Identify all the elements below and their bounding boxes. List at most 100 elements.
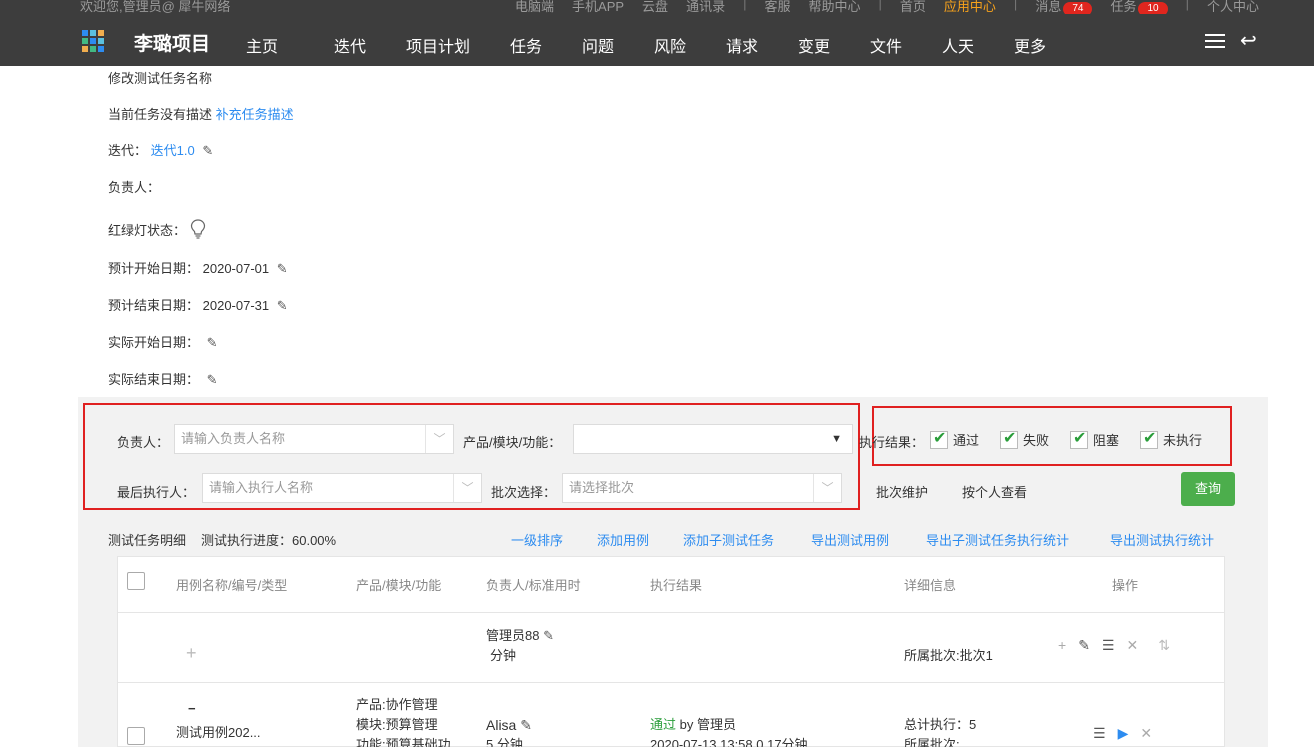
rename-link[interactable]: 修改测试任务名称 <box>108 68 212 87</box>
delete-icon[interactable]: ✕ <box>1140 725 1152 742</box>
tasks-badge: 10 <box>1138 2 1168 14</box>
chevron-down-icon[interactable]: ﹀ <box>453 474 481 502</box>
nav-item-files[interactable]: 文件 <box>870 33 942 57</box>
row2-result-time: 2020-07-13 13:58 0.17分钟 <box>650 737 808 747</box>
link-service[interactable]: 客服 <box>755 0 799 14</box>
header-actions: 操作 <box>1112 578 1139 593</box>
menu-icon[interactable] <box>1205 34 1225 48</box>
actual-start-label: 实际开始日期： <box>108 335 200 350</box>
chevron-down-icon[interactable]: ﹀ <box>425 425 453 453</box>
nav-item-mandays[interactable]: 人天 <box>942 33 1014 57</box>
link-app[interactable]: 手机APP <box>563 0 633 14</box>
nav-item-requests[interactable]: 请求 <box>726 33 798 57</box>
product-filter-select[interactable]: ▼ <box>573 424 853 454</box>
batch-filter-label: 批次选择： <box>491 485 557 500</box>
link-cloud[interactable]: 云盘 <box>633 0 677 14</box>
nav-item-issues[interactable]: 问题 <box>582 33 654 57</box>
collapse-icon[interactable]: − <box>188 699 196 719</box>
row2-batch: 所属批次: <box>904 737 960 747</box>
link-personal[interactable]: 个人中心 <box>1198 0 1268 14</box>
owner-filter-label: 负责人： <box>117 435 170 450</box>
link-pc[interactable]: 电脑端 <box>506 0 563 14</box>
nav-item-changes[interactable]: 变更 <box>798 33 870 57</box>
executor-filter-input[interactable]: 请输入执行人名称 ﹀ <box>202 473 482 503</box>
nav-item-iteration[interactable]: 迭代 <box>334 33 406 57</box>
edit-pencil-icon[interactable]: ✎ <box>207 335 218 351</box>
row-divider <box>118 682 1224 683</box>
nav-item-plan[interactable]: 项目计划 <box>406 33 510 57</box>
detail-title: 测试任务明细 <box>108 533 187 548</box>
edit-pencil-icon[interactable]: ✎ <box>543 628 554 643</box>
link-help[interactable]: 帮助中心 <box>799 0 869 14</box>
row2-case-name[interactable]: 测试用例202... <box>176 723 261 743</box>
edit-pencil-icon[interactable]: ✎ <box>207 372 218 388</box>
export-cases-link[interactable]: 导出测试用例 <box>811 530 889 549</box>
result-filter-label: 执行结果： <box>859 435 925 450</box>
view-by-person-link[interactable]: 按个人查看 <box>962 482 1027 501</box>
row2-function: 功能:预算基础功 <box>356 737 451 747</box>
list-icon[interactable]: ☰ <box>1102 637 1115 654</box>
add-case-link[interactable]: 添加用例 <box>597 530 649 549</box>
executor-filter-placeholder: 请输入执行人名称 <box>209 480 314 495</box>
select-all-checkbox[interactable] <box>127 572 145 590</box>
add-icon[interactable]: + <box>1058 637 1066 653</box>
list-icon[interactable]: ☰ <box>1093 725 1106 742</box>
batch-maintenance-link[interactable]: 批次维护 <box>876 482 928 501</box>
edit-pencil-icon[interactable]: ✎ <box>520 717 532 733</box>
back-icon[interactable]: ↩ <box>1240 28 1257 53</box>
chevron-down-icon[interactable]: ﹀ <box>813 474 841 502</box>
tasks-label: 任务 <box>1110 0 1137 14</box>
header-result: 执行结果 <box>650 578 703 593</box>
nav-item-tasks[interactable]: 任务 <box>510 33 582 57</box>
owner-filter-placeholder: 请输入负责人名称 <box>181 431 286 446</box>
export-subtask-stats-link[interactable]: 导出子测试任务执行统计 <box>926 530 1069 549</box>
edit-pencil-icon[interactable]: ✎ <box>277 298 288 314</box>
delete-icon[interactable]: ✕ <box>1126 637 1138 654</box>
row1-actions: + ✎ ☰ ✕ ⇅ <box>1058 637 1182 654</box>
edit-pencil-icon[interactable]: ✎ <box>202 143 213 159</box>
light-label: 红绿灯状态： <box>108 223 187 238</box>
batch-filter-select[interactable]: 请选择批次 ﹀ <box>562 473 842 503</box>
iteration-row: 迭代： 迭代1.0 ✎ <box>108 140 213 159</box>
edit-pencil-icon[interactable]: ✎ <box>277 261 288 277</box>
iteration-link[interactable]: 迭代1.0 <box>151 143 195 158</box>
lightbulb-icon <box>190 219 205 239</box>
row2-result: 通过 by 管理员 <box>650 715 736 735</box>
sort-icon[interactable]: ⇅ <box>1158 637 1170 654</box>
link-tasks[interactable]: 任务 10 <box>1101 0 1176 14</box>
link-home[interactable]: 首页 <box>891 0 935 14</box>
owner-filter-input[interactable]: 请输入负责人名称 ﹀ <box>174 424 454 454</box>
export-exec-stats-link[interactable]: 导出测试执行统计 <box>1110 530 1214 549</box>
link-messages[interactable]: 消息 74 <box>1026 0 1101 14</box>
link-contacts[interactable]: 通讯录 <box>677 0 734 14</box>
actual-end-row: 实际结束日期： ✎ <box>108 369 218 388</box>
nav-item-risks[interactable]: 风险 <box>654 33 726 57</box>
row1-batch: 所属批次:批次1 <box>904 648 993 663</box>
add-subtask-link[interactable]: 添加子测试任务 <box>683 530 774 549</box>
nav-item-home[interactable]: 主页 <box>246 33 334 57</box>
row2-product: 产品:协作管理 <box>356 697 438 712</box>
sort-link[interactable]: 一级排序 <box>511 530 563 549</box>
add-desc-link[interactable]: 补充任务描述 <box>216 107 294 122</box>
link-app-center[interactable]: 应用中心 <box>935 0 1005 14</box>
header-owner: 负责人/标准用时 <box>486 578 581 593</box>
query-button[interactable]: 查询 <box>1181 472 1235 506</box>
messages-badge: 74 <box>1063 2 1093 14</box>
plan-start-label: 预计开始日期： <box>108 261 200 276</box>
result-pass-checkbox[interactable]: 通过 <box>930 428 979 449</box>
row-checkbox[interactable] <box>127 727 145 745</box>
executor-filter-label: 最后执行人： <box>117 485 196 500</box>
play-icon[interactable]: ▶ <box>1118 725 1129 742</box>
edit-icon[interactable]: ✎ <box>1078 637 1090 654</box>
result-notrun-checkbox[interactable]: 未执行 <box>1140 428 1202 449</box>
no-desc-text: 当前任务没有描述 <box>108 107 213 122</box>
plan-start-row: 预计开始日期： 2020-07-01 ✎ <box>108 258 288 277</box>
apps-grid-icon[interactable] <box>82 30 104 52</box>
row2-owner: Alisa <box>486 717 517 733</box>
checkbox-icon <box>930 428 948 449</box>
result-fail-checkbox[interactable]: 失败 <box>1000 428 1049 449</box>
nav-item-more[interactable]: 更多 <box>1014 33 1074 57</box>
row2-time: 5 分钟 <box>486 737 523 747</box>
result-blocked-checkbox[interactable]: 阻塞 <box>1070 428 1119 449</box>
expand-icon[interactable]: + <box>186 643 197 663</box>
